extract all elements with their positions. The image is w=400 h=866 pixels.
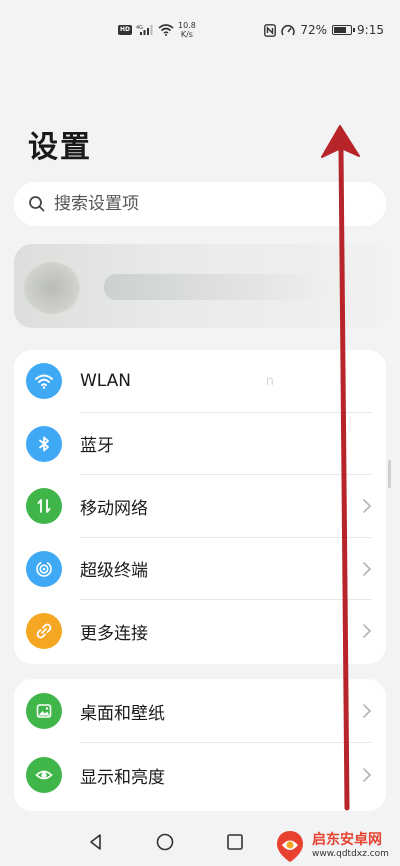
settings-item-label: 超级终端 xyxy=(80,561,148,582)
link-icon xyxy=(36,623,52,639)
display-group: 桌面和壁纸 显示和亮度 xyxy=(14,679,386,811)
search-icon xyxy=(29,196,45,212)
settings-item-label: 蓝牙 xyxy=(80,436,114,457)
nfc-icon xyxy=(264,23,277,37)
super-device-icon xyxy=(36,560,52,577)
link-icon-badge xyxy=(26,613,62,650)
watermark-text: 启东安卓网 www.qdtdxz.com xyxy=(312,833,389,859)
bluetooth-icon-badge xyxy=(26,425,62,462)
connectivity-group: WLAN n 蓝牙 移动网络 超级终端 更多连接 xyxy=(14,350,386,664)
battery-fill xyxy=(334,27,346,33)
home-icon[interactable] xyxy=(155,832,175,852)
page-title: 设置 xyxy=(28,130,92,165)
search-input[interactable] xyxy=(54,194,354,214)
settings-item-wlan[interactable]: WLAN n xyxy=(14,350,386,413)
chevron-right-icon xyxy=(363,704,372,718)
account-name-blurred xyxy=(104,274,324,300)
chevron-right-icon xyxy=(363,499,372,514)
mobile-data-icon xyxy=(37,499,51,514)
wlan-status-value: n xyxy=(265,373,274,389)
settings-item-label: 桌面和壁纸 xyxy=(80,703,165,724)
settings-item-label: WLAN xyxy=(80,371,132,392)
settings-item-bluetooth[interactable]: 蓝牙 xyxy=(14,413,386,475)
watermark-logo-icon xyxy=(277,831,303,862)
settings-item-label: 显示和亮度 xyxy=(80,767,165,788)
mobile-data-icon-badge xyxy=(26,488,62,525)
cell-signal-icon: 4G xyxy=(136,25,153,35)
eye-icon xyxy=(35,770,53,780)
scrollbar[interactable] xyxy=(388,460,391,488)
watermark: 启东安卓网 www.qdtdxz.com xyxy=(272,826,398,866)
bluetooth-icon xyxy=(39,436,49,452)
battery-icon xyxy=(332,25,356,35)
settings-item-super-device[interactable]: 超级终端 xyxy=(14,538,386,600)
svg-text:4G: 4G xyxy=(136,25,143,31)
settings-item-mobile-network[interactable]: 移动网络 xyxy=(14,475,386,538)
settings-item-more-connections[interactable]: 更多连接 xyxy=(14,600,386,663)
super-device-icon-badge xyxy=(26,550,62,587)
settings-item-wallpaper[interactable]: 桌面和壁纸 xyxy=(14,679,386,743)
status-network-group: HD 4G 10.8 K/s xyxy=(118,19,196,41)
wallpaper-icon-badge xyxy=(26,693,62,729)
hd-badge: HD xyxy=(118,25,133,35)
search-bar[interactable] xyxy=(14,182,386,226)
chevron-right-icon xyxy=(363,624,372,639)
settings-item-label: 移动网络 xyxy=(80,498,148,519)
avatar xyxy=(24,262,80,314)
wallpaper-icon xyxy=(36,704,52,718)
chevron-right-icon xyxy=(363,768,372,782)
chevron-right-icon xyxy=(363,561,372,576)
network-speed: 10.8 K/s xyxy=(178,21,196,39)
eye-icon-badge xyxy=(26,757,62,793)
speedometer-icon xyxy=(281,24,296,35)
account-card[interactable] xyxy=(14,244,386,328)
status-time: 9:15 xyxy=(357,23,384,37)
wifi-status-icon xyxy=(158,24,174,36)
status-right-group: 72% 9:15 xyxy=(264,20,384,40)
recents-icon[interactable] xyxy=(225,832,245,852)
wifi-icon xyxy=(35,374,53,390)
status-bar: HD 4G 10.8 K/s 72% 9:15 xyxy=(0,0,400,58)
battery-percent: 72% xyxy=(300,23,328,37)
back-icon[interactable] xyxy=(86,832,106,852)
settings-item-display-brightness[interactable]: 显示和亮度 xyxy=(14,743,386,807)
watermark-title: 启东安卓网 xyxy=(312,832,382,848)
watermark-url: www.qdtdxz.com xyxy=(312,849,389,859)
wifi-icon-badge xyxy=(26,363,62,400)
settings-item-label: 更多连接 xyxy=(80,623,148,644)
